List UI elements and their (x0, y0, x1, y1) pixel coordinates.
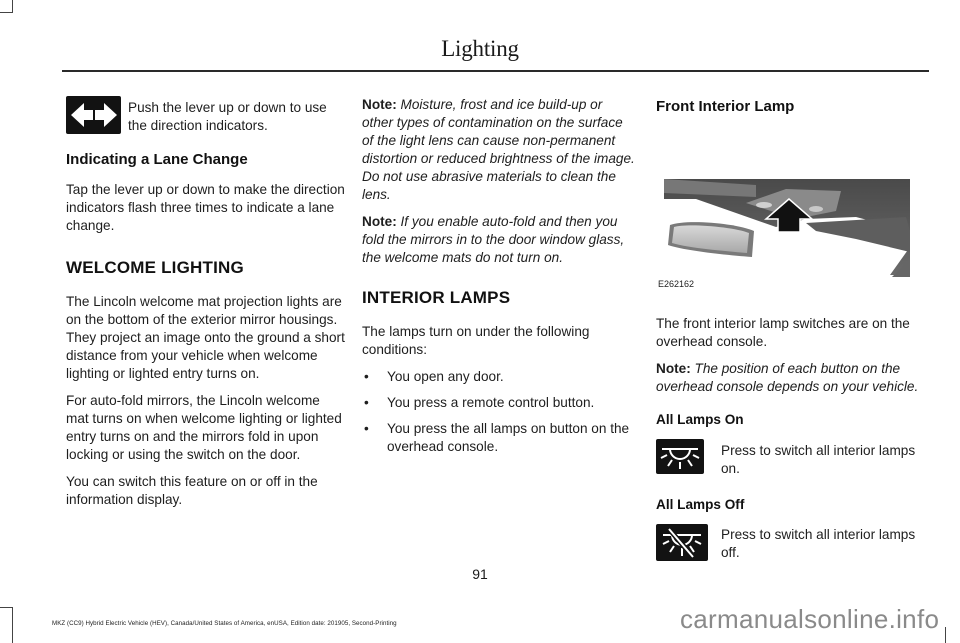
bullet-icon: • (364, 395, 369, 410)
figure-id: E262162 (658, 279, 695, 289)
front-lamp-text: The front interior lamp switches are on … (656, 316, 910, 349)
direction-indicator-text: Push the lever up or down to use the dir… (128, 100, 327, 133)
overhead-console-figure: E262162 (656, 127, 916, 297)
all-lamps-off-heading: All Lamps Off (656, 497, 745, 512)
all-lamps-on-icon (656, 439, 704, 474)
front-interior-lamp-heading: Front Interior Lamp (656, 98, 795, 115)
all-lamps-off-icon (656, 524, 708, 561)
list-item-text: You press the all lamps on button on the… (387, 421, 630, 454)
bullet-icon: • (364, 421, 369, 436)
crop-mark-bottom-right (945, 627, 946, 643)
note-text: If you enable auto-fold and then you fol… (362, 214, 625, 265)
watermark: carmanualsonline.info (680, 604, 940, 634)
column-middle: Note: Moisture, frost and ice build-up o… (362, 96, 637, 464)
conditions-list: • You open any door. • You press a remot… (362, 368, 637, 456)
crop-mark-bottom-left (0, 607, 13, 643)
all-lamps-on-row: Press to switch all interior lamps on. (656, 439, 931, 478)
welcome-lighting-paragraph: You can switch this feature on or off in… (66, 474, 318, 507)
note-label: Note: (362, 214, 397, 229)
note-label: Note: (362, 97, 397, 112)
column-right: Front Interior Lamp E262162 The front in… (656, 96, 931, 562)
title-divider (62, 70, 929, 72)
list-item-text: You press a remote control button. (387, 395, 595, 410)
page-number: 91 (472, 566, 488, 582)
list-item: • You open any door. (362, 368, 637, 386)
note-button-position: Note: The position of each button on the… (656, 360, 931, 396)
interior-lamps-intro: The lamps turn on under the following co… (362, 324, 590, 357)
crop-mark-top-left (0, 0, 13, 13)
list-item: • You press the all lamps on button on t… (362, 420, 637, 456)
edition-footer: MKZ (CC9) Hybrid Electric Vehicle (HEV),… (52, 620, 397, 627)
list-item: • You press a remote control button. (362, 394, 637, 412)
all-lamps-on-text: Press to switch all interior lamps on. (721, 443, 916, 476)
welcome-lighting-paragraph: For auto-fold mirrors, the Lincoln welco… (66, 393, 342, 462)
direction-indicator-row: Push the lever up or down to use the dir… (66, 96, 346, 135)
all-lamps-off-row: Press to switch all interior lamps off. (656, 524, 931, 562)
column-left: Push the lever up or down to use the dir… (66, 96, 346, 518)
all-lamps-off-text: Press to switch all interior lamps off. (721, 527, 916, 560)
lane-change-heading: Indicating a Lane Change (66, 151, 248, 168)
direction-indicator-arrows-icon (66, 96, 121, 134)
all-lamps-on-heading: All Lamps On (656, 412, 744, 427)
overhead-console-illustration (664, 179, 910, 277)
page-title: Lighting (441, 36, 519, 61)
lane-change-text: Tap the lever up or down to make the dir… (66, 182, 345, 233)
interior-lamps-heading: INTERIOR LAMPS (362, 288, 511, 307)
welcome-lighting-paragraph: The Lincoln welcome mat projection light… (66, 294, 345, 381)
note-text: The position of each button on the overh… (656, 361, 919, 394)
note-label: Note: (656, 361, 691, 376)
bullet-icon: • (364, 369, 369, 384)
note-text: Moisture, frost and ice build-up or othe… (362, 97, 635, 202)
list-item-text: You open any door. (387, 369, 504, 384)
note-auto-fold: Note: If you enable auto-fold and then y… (362, 213, 637, 267)
note-contamination: Note: Moisture, frost and ice build-up o… (362, 96, 637, 204)
welcome-lighting-heading: WELCOME LIGHTING (66, 258, 244, 277)
